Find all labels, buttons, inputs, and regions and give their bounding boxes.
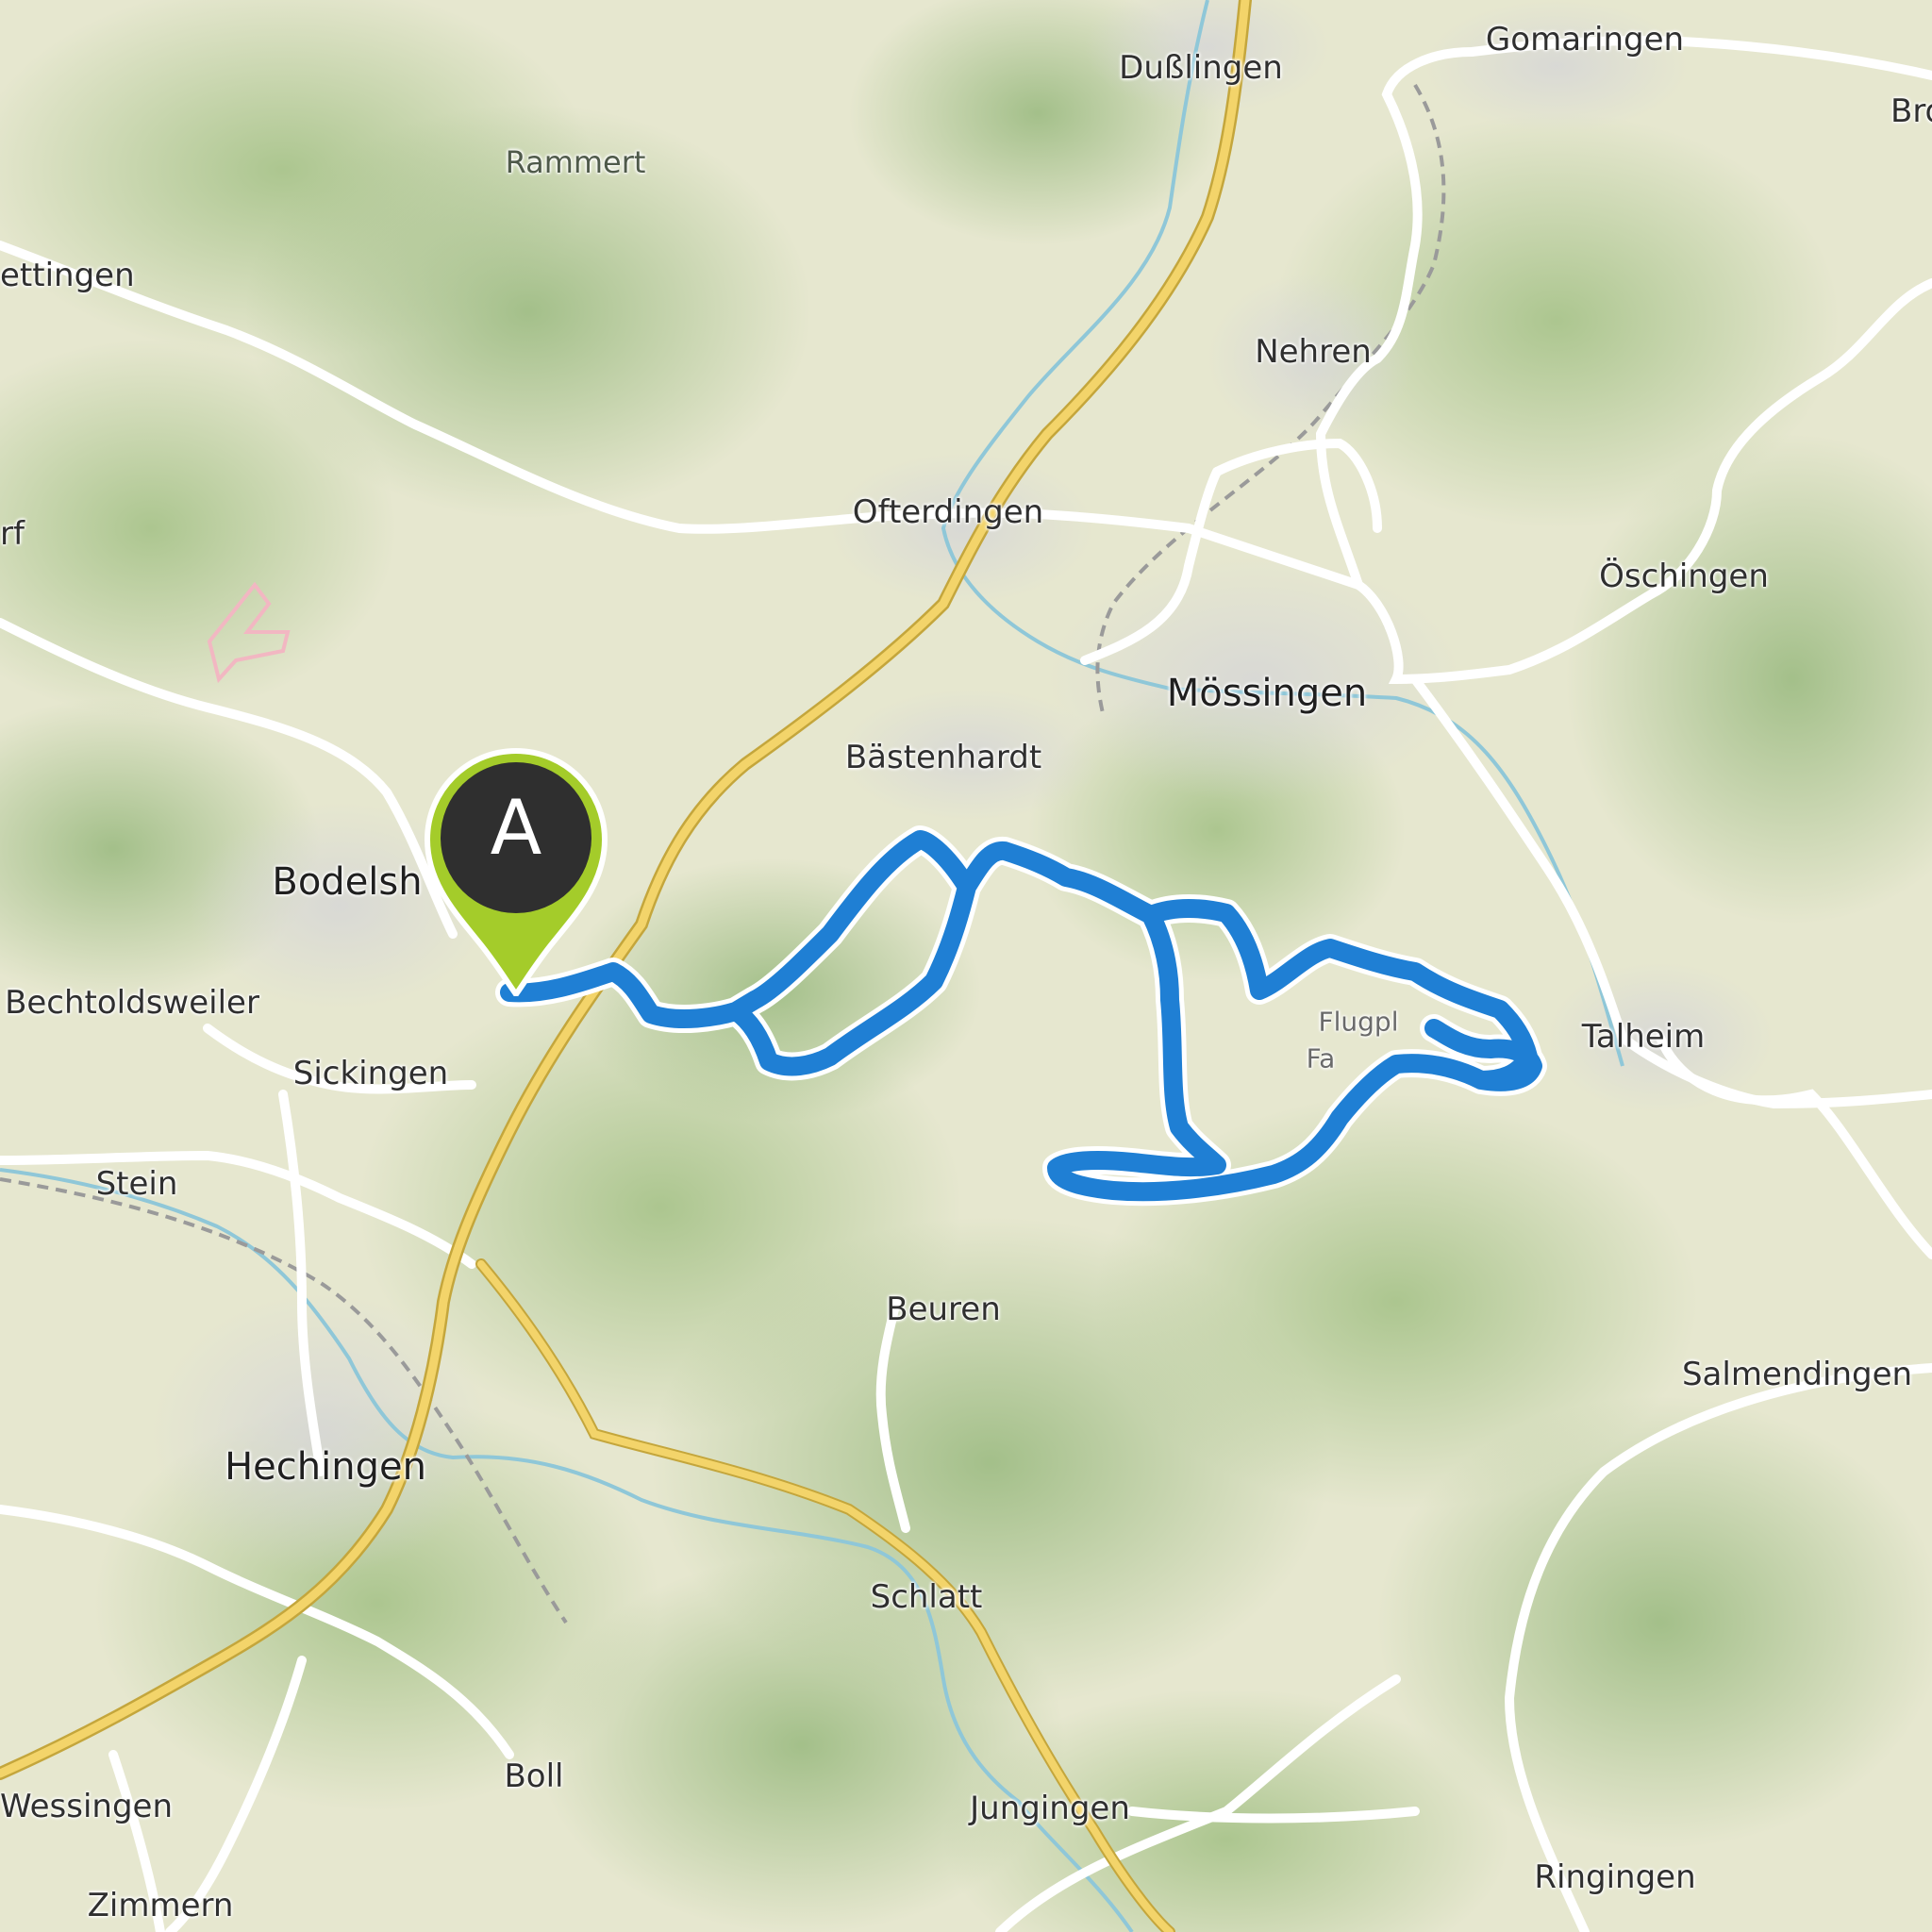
map-label-oeschingen: Öschingen: [1599, 558, 1769, 595]
map-label-nehren: Nehren: [1255, 333, 1372, 371]
map-label-bro: Bro: [1890, 92, 1932, 130]
map-label-gomaringen: Gomaringen: [1485, 21, 1685, 58]
map-label-jungingen: Jungingen: [970, 1790, 1130, 1827]
map-label-rf: rf: [0, 515, 25, 553]
map-label-stein: Stein: [95, 1165, 178, 1203]
start-marker-pin[interactable]: A: [412, 743, 620, 996]
map-label-bodelsh: Bodelsh: [272, 860, 423, 904]
map-label-flugpl: Flugpl: [1318, 1006, 1399, 1038]
map-label-ofterdingen: Ofterdingen: [852, 493, 1044, 531]
map-label-zimmern: Zimmern: [87, 1887, 234, 1924]
map-label-fa: Fa: [1306, 1042, 1336, 1074]
map-label-boll: Boll: [504, 1757, 564, 1795]
map-label-rammert: Rammert: [505, 144, 646, 180]
map-label-baestenhardt: Bästenhardt: [844, 739, 1042, 776]
map-label-moessingen: Mössingen: [1166, 672, 1368, 715]
start-marker-letter: A: [490, 784, 542, 872]
map-label-dusslingen: Dußlingen: [1119, 49, 1283, 87]
map-background: [0, 0, 1932, 1932]
map-label-ringingen: Ringingen: [1534, 1858, 1696, 1896]
map-view[interactable]: Rammert Dußlingen Gomaringen Bro ettinge…: [0, 0, 1932, 1932]
map-label-hechingen: Hechingen: [225, 1445, 426, 1489]
map-label-salmendingen: Salmendingen: [1681, 1356, 1913, 1393]
map-label-sickingen: Sickingen: [292, 1055, 449, 1092]
map-label-wessingen: Wessingen: [0, 1788, 174, 1825]
map-label-talheim: Talheim: [1581, 1018, 1706, 1056]
map-label-ettingen: ettingen: [0, 257, 135, 294]
map-label-bechtoldsweiler: Bechtoldsweiler: [5, 984, 259, 1022]
map-label-schlatt: Schlatt: [870, 1578, 983, 1616]
map-label-beuren: Beuren: [886, 1291, 1001, 1328]
